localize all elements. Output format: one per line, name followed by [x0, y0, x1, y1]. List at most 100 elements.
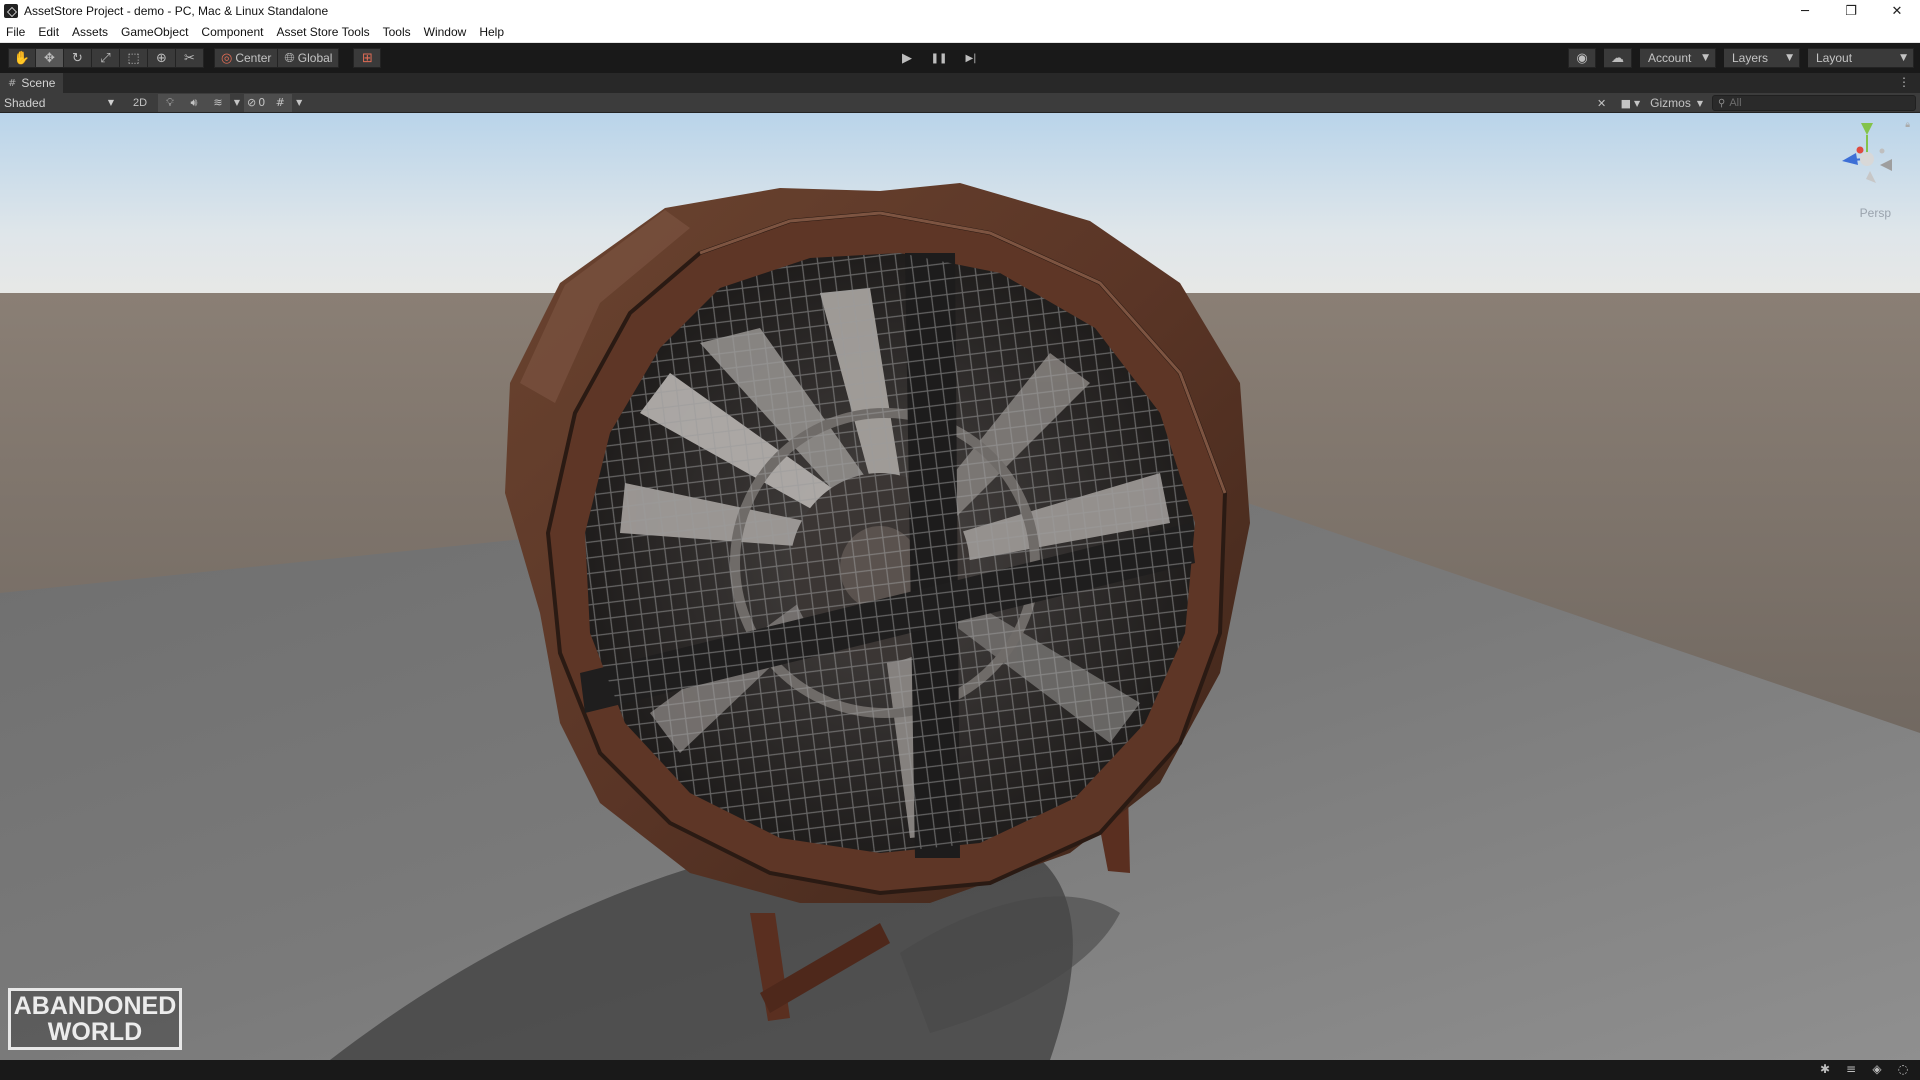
grid-dropdown[interactable]: ▼: [292, 94, 306, 112]
menu-gameobject[interactable]: GameObject: [121, 25, 188, 39]
speaker-icon: 🔊︎: [190, 95, 198, 109]
scene-viewport[interactable]: 🔒︎ Persp ABANDONED WORLD: [0, 113, 1920, 1060]
audio-toggle[interactable]: 🔊︎: [182, 93, 206, 112]
tab-menu-icon[interactable]: ⋮: [1898, 75, 1910, 89]
rect-icon: ⬚: [127, 50, 140, 66]
scene-render: [0, 113, 1920, 1060]
lighting-icon[interactable]: ◈: [1864, 1062, 1890, 1076]
search-icon: ⚲: [1718, 97, 1726, 109]
move-tool-button[interactable]: ✥: [36, 48, 64, 68]
move-icon: ✥: [44, 50, 55, 66]
abandoned-world-logo: ABANDONED WORLD: [8, 988, 182, 1050]
progress-icon[interactable]: ◌: [1890, 1062, 1916, 1076]
layout-dropdown[interactable]: Layout ▼: [1808, 48, 1914, 68]
account-dropdown[interactable]: Account ▼: [1640, 48, 1716, 68]
scene-tab-label: Scene: [21, 76, 56, 90]
rotate-tool-button[interactable]: ↻: [64, 48, 92, 68]
play-controls: ▶ ❚❚ ▶|: [891, 48, 987, 68]
scene-orientation-gizmo[interactable]: [1832, 123, 1902, 215]
title-bar: AssetStore Project - demo - PC, Mac & Li…: [0, 0, 1920, 22]
effects-toggle[interactable]: ≋: [206, 93, 230, 112]
layers-dropdown[interactable]: Layers ▼: [1724, 48, 1800, 68]
chevron-down-icon: ▼: [1702, 53, 1709, 63]
custom-tool-icon: ✂: [184, 50, 195, 66]
scene-toolbar: Shaded ▼ 2D 💡︎ 🔊︎ ≋ ▼ ⊘ 0 # ▼ ✕ ■ ▼ Gizmos…: [0, 93, 1920, 113]
cloud-button[interactable]: ☁: [1604, 48, 1632, 68]
step-button[interactable]: ▶|: [955, 48, 987, 68]
hidden-objects-toggle[interactable]: ⊘ 0: [244, 93, 269, 112]
chevron-down-icon: ▼: [107, 98, 114, 107]
menu-assets[interactable]: Assets: [72, 25, 108, 39]
minimize-button[interactable]: ─: [1782, 0, 1828, 22]
tools-toggle[interactable]: ✕: [1590, 94, 1614, 112]
snap-button[interactable]: ⊞: [353, 48, 382, 68]
pivot-rotation-toggle[interactable]: 🌐︎ Global: [278, 48, 340, 68]
pivot-mode-toggle[interactable]: ◎ Center: [214, 48, 279, 68]
2d-toggle[interactable]: 2D: [126, 94, 154, 112]
rect-tool-button[interactable]: ⬚: [120, 48, 148, 68]
menu-window[interactable]: Window: [424, 25, 467, 39]
logo-line-2: WORLD: [47, 1018, 143, 1046]
pause-button[interactable]: ❚❚: [923, 48, 955, 68]
search-placeholder: All: [1729, 97, 1742, 109]
pivot-rotation-label: Global: [297, 51, 333, 65]
layers-icon[interactable]: ≡: [1838, 1062, 1864, 1076]
layers-label: Layers: [1732, 51, 1769, 65]
camera-settings-button[interactable]: ■ ▼: [1618, 94, 1644, 112]
bug-icon[interactable]: ✱: [1812, 1062, 1838, 1076]
collab-icon: ◉: [1576, 50, 1588, 66]
pivot-mode-label: Center: [235, 51, 272, 65]
restore-button[interactable]: ❐: [1828, 0, 1874, 22]
chevron-down-icon: ▼: [233, 98, 241, 107]
custom-tool-button[interactable]: ✂: [176, 48, 204, 68]
layout-label: Layout: [1816, 51, 1853, 65]
shading-mode-dropdown[interactable]: Shaded ▼: [0, 93, 120, 112]
snap-group: ⊞: [353, 48, 382, 68]
globe-icon: 🌐︎: [284, 50, 295, 66]
lock-icon[interactable]: 🔒︎: [1905, 120, 1910, 130]
play-button[interactable]: ▶: [891, 48, 923, 68]
menu-asset-store-tools[interactable]: Asset Store Tools: [276, 25, 369, 39]
chevron-down-icon: ▼: [1634, 98, 1641, 108]
scene-grid-icon: #: [8, 77, 17, 89]
chevron-down-icon: ▼: [1900, 53, 1907, 63]
gizmos-dropdown[interactable]: Gizmos ▼: [1647, 94, 1706, 112]
grid-toggle[interactable]: #: [268, 93, 293, 112]
close-button[interactable]: ✕: [1874, 0, 1920, 22]
tools-icon: ✕: [1597, 96, 1607, 110]
effects-dropdown[interactable]: ▼: [230, 94, 244, 112]
eye-slash-icon: ⊘: [247, 96, 257, 109]
cloud-icon: ☁: [1611, 50, 1624, 66]
menu-tools[interactable]: Tools: [383, 25, 411, 39]
play-icon: ▶: [902, 50, 912, 66]
collab-button[interactable]: ◉: [1568, 48, 1596, 68]
account-label: Account: [1648, 51, 1692, 65]
scene-tab[interactable]: # Scene: [0, 73, 64, 93]
hand-tool-button[interactable]: ✋: [8, 48, 36, 68]
shading-mode-label: Shaded: [4, 95, 46, 110]
pivot-toggles: ◎ Center 🌐︎ Global: [214, 48, 340, 68]
logo-line-1: ABANDONED: [13, 992, 177, 1020]
view-projection-label[interactable]: Persp: [1860, 206, 1891, 220]
transform-tool-button[interactable]: ⊕: [148, 48, 176, 68]
scene-toolbar-right: ✕ ■ ▼ Gizmos ▼ ⚲ All: [1590, 94, 1916, 112]
transform-icon: ⊕: [156, 50, 167, 66]
pause-icon: ❚❚: [930, 52, 948, 64]
menu-help[interactable]: Help: [479, 25, 504, 39]
scale-icon: ⤢: [100, 50, 111, 66]
menu-edit[interactable]: Edit: [38, 25, 59, 39]
hidden-count: 0: [258, 96, 266, 109]
menu-component[interactable]: Component: [201, 25, 263, 39]
menu-bar: File Edit Assets GameObject Component As…: [0, 22, 1920, 43]
status-icons: ✱ ≡ ◈ ◌: [1812, 1062, 1916, 1076]
lightbulb-icon: 💡︎: [166, 95, 174, 109]
lighting-toggle[interactable]: 💡︎: [158, 93, 182, 112]
effects-icon: ≋: [213, 96, 223, 109]
scale-tool-button[interactable]: ⤢: [92, 48, 120, 68]
chevron-down-icon: ▼: [1696, 98, 1703, 108]
scene-search-input[interactable]: ⚲ All: [1712, 95, 1916, 111]
transform-tools: ✋ ✥ ↻ ⤢ ⬚ ⊕ ✂: [8, 48, 204, 68]
step-icon: ▶|: [965, 52, 977, 64]
menu-file[interactable]: File: [6, 25, 25, 39]
scene-tab-bar: # Scene ⋮: [0, 73, 1920, 93]
